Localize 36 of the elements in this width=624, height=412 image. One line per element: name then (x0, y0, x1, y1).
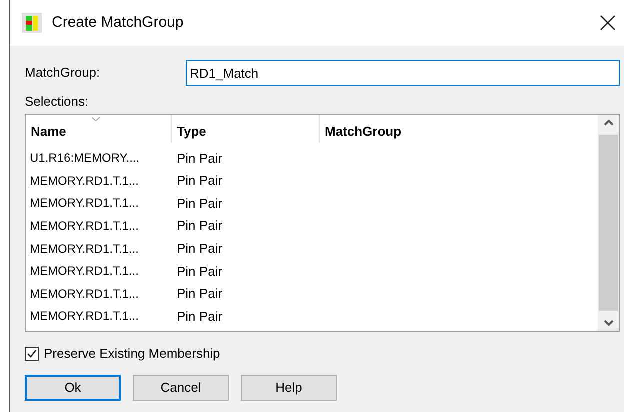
table-cell-text: MEMORY.RD1.T.1... (29, 218, 140, 236)
table-cell-text: MEMORY.RD1.T.1... (29, 172, 140, 190)
selections-label: Selections: (25, 93, 89, 111)
table-cell-text: Pin Pair (176, 240, 223, 258)
table-cell-text: MEMORY.RD1.T.1... (29, 240, 140, 258)
check-icon (27, 348, 37, 359)
window-title: Create MatchGroup (52, 12, 184, 33)
column-header[interactable]: MatchGroup (320, 115, 598, 143)
sort-caret-icon (91, 117, 101, 122)
dialog-button[interactable]: Help (241, 374, 337, 400)
table-cell-text: Pin Pair (176, 150, 223, 168)
table-cell-text: Pin Pair (176, 172, 223, 190)
table-cell-text: Pin Pair (176, 285, 223, 304)
table-cell-text: MEMORY.RD1.T.1... (29, 286, 140, 303)
close-icon (600, 15, 616, 31)
scrollbar-thumb[interactable] (599, 135, 618, 311)
table-cell-text: Pin Pair (176, 217, 223, 236)
scrollbar[interactable] (598, 115, 619, 331)
preserve-label: Preserve Existing Membership (44, 345, 220, 363)
app-icon (21, 12, 43, 34)
table-cell-text: Pin Pair (176, 194, 223, 213)
table-cell-text: Pin Pair (176, 308, 223, 326)
table-cell-text: Pin Pair (176, 262, 223, 281)
dialog-button[interactable]: Ok (25, 374, 121, 400)
dialog-button[interactable]: Cancel (133, 374, 229, 400)
scroll-down-icon[interactable] (604, 319, 614, 327)
scroll-up-icon[interactable] (604, 119, 614, 127)
column-header[interactable]: Type (172, 115, 320, 143)
table-cell-text: U1.R16:MEMORY.... (29, 150, 141, 168)
matchgroup-field[interactable]: RD1_Match (186, 60, 620, 86)
matchgroup-label: MatchGroup: (25, 64, 102, 82)
table-cell-text: MEMORY.RD1.T.1... (29, 195, 140, 212)
table-cell-text: MEMORY.RD1.T.1... (29, 308, 140, 326)
column-header[interactable]: Name (26, 115, 172, 143)
preserve-checkbox[interactable] (25, 346, 39, 361)
table-cell-text: MEMORY.RD1.T.1... (29, 263, 140, 280)
